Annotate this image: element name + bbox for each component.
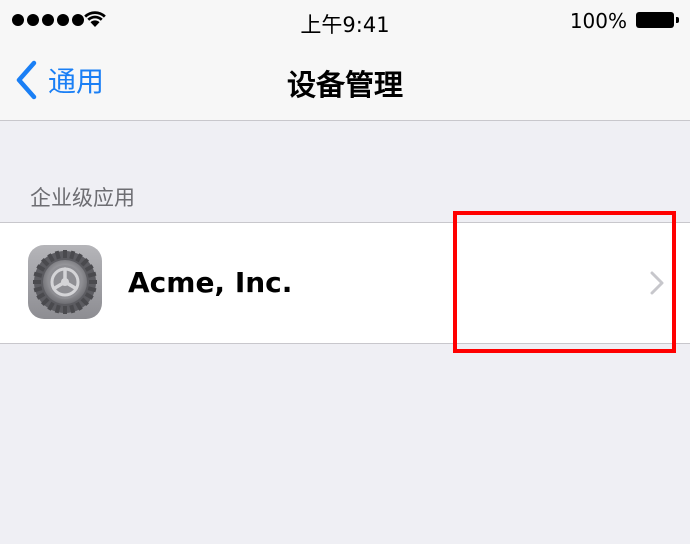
- highlight-annotation-box: [453, 211, 676, 353]
- navigation-bar: 通用 设备管理: [0, 40, 690, 121]
- battery-icon: [636, 12, 680, 28]
- section-header-enterprise-apps: 企业级应用: [30, 186, 135, 210]
- battery-percentage: 100%: [569, 9, 627, 33]
- settings-gear-icon: [28, 245, 102, 319]
- status-bar: 上午9:41 100%: [0, 0, 690, 40]
- page-title: 设备管理: [286, 68, 403, 102]
- list-item-label: Acme, Inc.: [128, 266, 293, 299]
- device-management-screen: 上午9:41 100% 通用 设备管理 企业级应用 Acme, Inc.: [0, 0, 690, 544]
